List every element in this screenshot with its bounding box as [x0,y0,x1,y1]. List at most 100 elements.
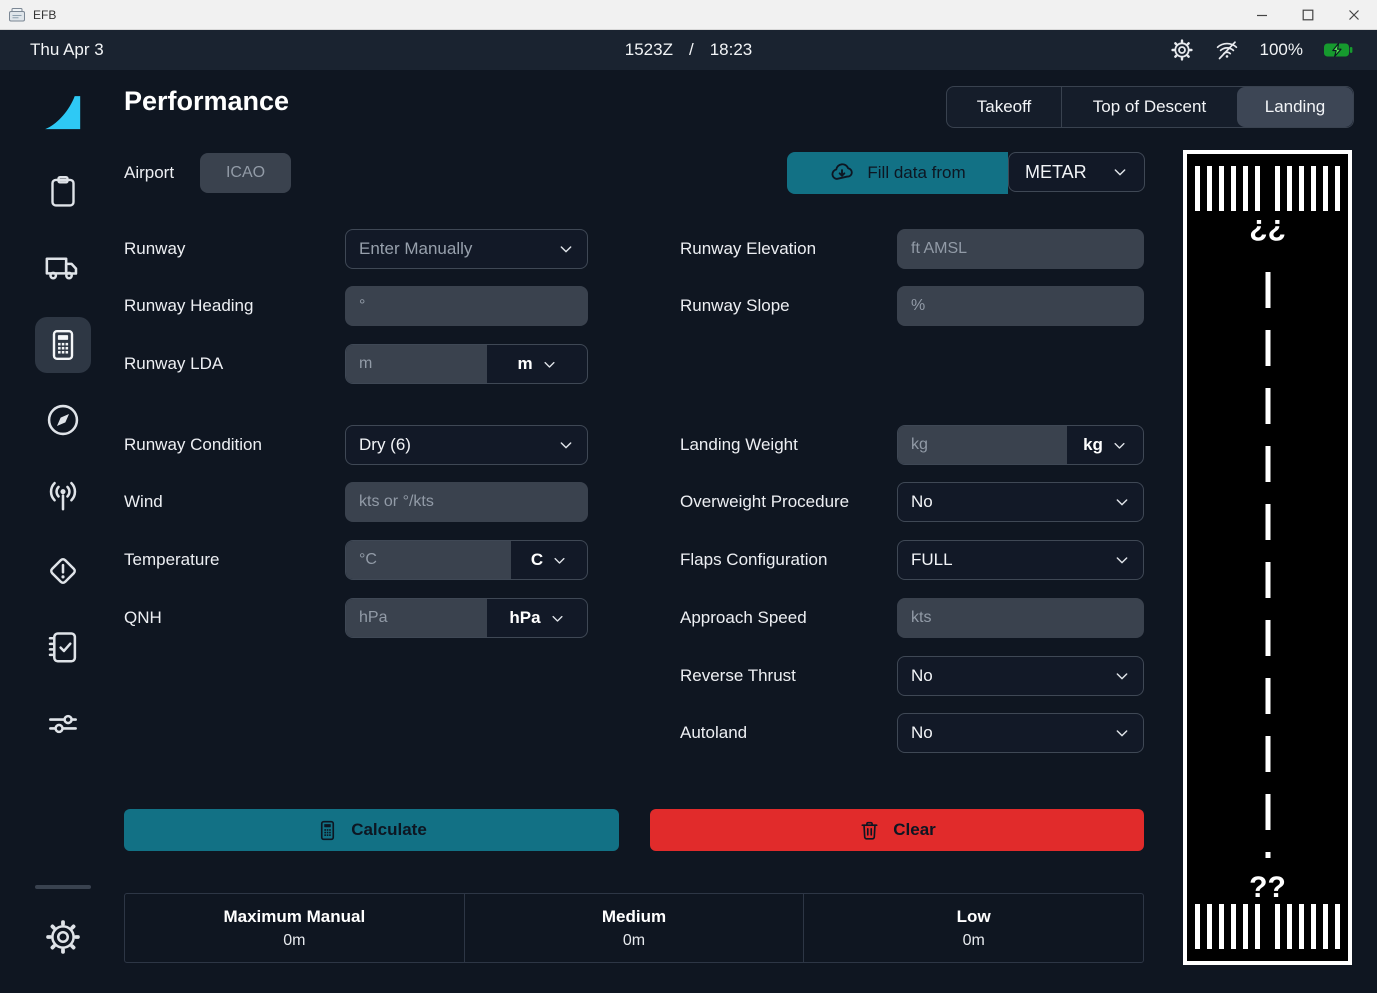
app-icon [9,8,25,22]
sidebar-item-calculator[interactable] [35,317,91,373]
overweight-procedure-select[interactable]: No [897,482,1144,522]
window-titlebar: EFB [0,0,1377,30]
qnh-group: hPa [345,598,588,638]
sidebar-item-antenna[interactable] [44,479,82,517]
approach-speed-label: Approach Speed [680,598,807,638]
chevron-down-icon [1114,668,1130,684]
cloud-download-icon [829,160,855,186]
runway-elevation-label: Runway Elevation [680,229,816,269]
airport-label: Airport [124,152,174,194]
clock: 1523Z / 18:23 [625,40,752,60]
result-low: Low 0m [803,894,1143,962]
window-controls [1239,0,1377,29]
chevron-down-icon [1112,164,1128,180]
temperature-input[interactable] [346,541,511,579]
runway-elevation-input[interactable] [897,229,1144,269]
minimize-button[interactable] [1239,0,1285,29]
sidebar-divider [35,885,91,889]
overweight-procedure-label: Overweight Procedure [680,482,849,522]
settings-icon[interactable] [1170,38,1194,62]
autoland-label: Autoland [680,713,747,753]
time-separator: / [689,40,694,60]
chevron-down-icon [552,553,567,568]
result-value: 0m [623,932,645,950]
flaps-configuration-select[interactable]: FULL [897,540,1144,580]
chevron-down-icon [558,437,574,453]
chevron-down-icon [558,241,574,257]
runway-centerline [1265,272,1270,858]
calculate-button[interactable]: Calculate [124,809,619,851]
sidebar-item-truck[interactable] [44,248,82,286]
fill-data-button[interactable]: Fill data from [787,152,1008,194]
reverse-thrust-label: Reverse Thrust [680,656,796,696]
chevron-down-icon [1112,438,1127,453]
airport-icao-input[interactable] [200,153,291,193]
runway-condition-select[interactable]: Dry (6) [345,425,588,465]
result-maximum-manual: Maximum Manual 0m [125,894,464,962]
result-value: 0m [963,932,985,950]
sidebar-item-settings[interactable] [44,918,82,956]
sidebar-item-warning[interactable] [44,552,82,590]
tab-top-of-descent[interactable]: Top of Descent [1061,87,1237,127]
runway-slope-label: Runway Slope [680,286,790,326]
local-time: 18:23 [710,40,753,60]
utc-time: 1523Z [625,40,673,60]
status-bar: Thu Apr 3 1523Z / 18:23 [0,30,1377,70]
runway-select[interactable]: Enter Manually [345,229,588,269]
approach-speed-input[interactable] [897,598,1144,638]
temperature-unit-select[interactable]: C [511,541,587,579]
result-value: 0m [283,932,305,950]
runway-designator-near: ?? [1187,873,1348,903]
tab-landing[interactable]: Landing [1237,87,1353,127]
runway-heading-input[interactable] [345,286,588,326]
runway-designator-far: ?? [1187,214,1348,244]
autoland-select[interactable]: No [897,713,1144,753]
sidebar-item-checklist[interactable] [44,628,82,666]
maximize-button[interactable] [1285,0,1331,29]
runway-lda-group: m [345,344,588,384]
battery-percent: 100% [1260,40,1303,60]
page-title: Performance [124,86,289,117]
runway-lda-input[interactable] [346,345,487,383]
runway-threshold-stripes-near [1195,904,1340,949]
wind-label: Wind [124,482,163,522]
clear-button[interactable]: Clear [650,809,1144,851]
sidebar-item-sliders[interactable] [44,705,82,743]
temperature-group: C [345,540,588,580]
qnh-input[interactable] [346,599,487,637]
runway-heading-label: Runway Heading [124,286,253,326]
window-title: EFB [33,8,56,22]
runway-label: Runway [124,229,185,269]
date-label: Thu Apr 3 [30,40,104,60]
runway-lda-label: Runway LDA [124,344,223,384]
qnh-label: QNH [124,598,162,638]
landing-weight-group: kg [897,425,1144,465]
chevron-down-icon [1114,552,1130,568]
chevron-down-icon [542,357,557,372]
landing-weight-unit-select[interactable]: kg [1067,426,1143,464]
wind-input[interactable] [345,482,588,522]
sidebar-item-compass[interactable] [44,401,82,439]
flaps-configuration-label: Flaps Configuration [680,540,827,580]
reverse-thrust-select[interactable]: No [897,656,1144,696]
runway-slope-input[interactable] [897,286,1144,326]
sidebar-item-clipboard[interactable] [44,172,82,210]
landing-weight-label: Landing Weight [680,425,798,465]
tab-takeoff[interactable]: Takeoff [947,87,1061,127]
wifi-off-icon [1214,38,1240,62]
temperature-label: Temperature [124,540,219,580]
runway-condition-label: Runway Condition [124,425,262,465]
close-button[interactable] [1331,0,1377,29]
airline-logo [41,92,85,136]
chevron-down-icon [550,611,565,626]
qnh-unit-select[interactable]: hPa [487,599,587,637]
runway-lda-unit-select[interactable]: m [487,345,587,383]
fill-source-select[interactable]: METAR [1008,152,1145,192]
performance-tabs: Takeoff Top of Descent Landing [946,86,1354,128]
runway-diagram: ?? ?? [1183,150,1352,965]
results-table: Maximum Manual 0m Medium 0m Low 0m [124,893,1144,963]
battery-charging-icon [1323,42,1353,58]
chevron-down-icon [1114,494,1130,510]
landing-weight-input[interactable] [898,426,1067,464]
result-medium: Medium 0m [464,894,804,962]
